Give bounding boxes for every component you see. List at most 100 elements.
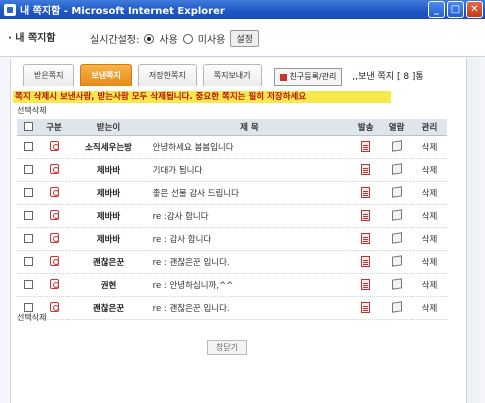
recipient-name[interactable]: 제바바 <box>68 227 149 251</box>
minimize-button[interactable]: _ <box>428 1 445 18</box>
sent-status-icon <box>361 141 371 152</box>
row-checkbox[interactable] <box>23 164 33 174</box>
row-checkbox[interactable] <box>23 187 33 197</box>
delete-link[interactable]: 삭제 <box>412 227 447 251</box>
settings-button[interactable]: 설정 <box>230 30 259 47</box>
sent-status-icon <box>361 233 371 244</box>
sent-messages-table: 구분 받는이 제 목 발송 열람 관리 소직세우는방 안녕하세요 봄봄입니다 삭… <box>17 119 447 320</box>
realtime-setting: 실시간설정: 사용 미사용 설정 <box>90 30 259 47</box>
radio-use-label: 사용 <box>159 35 178 46</box>
read-status-icon <box>391 278 402 290</box>
recipient-name[interactable]: 제바바 <box>68 181 149 205</box>
select-all-cell <box>17 119 40 136</box>
col-type: 구분 <box>39 119 69 136</box>
table-row: 제바바 re : 감사 합니다 삭제 <box>17 227 447 251</box>
col-manage: 관리 <box>412 119 447 136</box>
table-row: 괜찮은꾼 re : 괜찮은꾼 입니다. 삭제 <box>17 250 447 274</box>
recipient-name[interactable]: 제바바 <box>68 158 149 182</box>
sent-status-icon <box>361 302 371 313</box>
row-checkbox[interactable] <box>23 279 33 289</box>
message-type-icon <box>49 233 59 244</box>
sent-status-icon <box>361 164 371 175</box>
table-row: 권현 re : 안녕하십니까,^^ 삭제 <box>17 273 447 297</box>
message-subject[interactable]: 안녕하세요 봄봄입니다 <box>148 135 351 159</box>
select-all-checkbox[interactable] <box>23 121 33 131</box>
delete-link[interactable]: 삭제 <box>412 135 447 159</box>
delete-link[interactable]: 삭제 <box>412 181 447 205</box>
read-status-icon <box>391 163 402 175</box>
sent-status-icon <box>361 187 371 198</box>
message-subject[interactable]: re : 괜찮은꾼 입니다. <box>148 296 351 320</box>
sent-count: ,,보낸 쪽지 [ 8 ]통 <box>352 72 424 82</box>
read-status-icon <box>391 140 402 152</box>
table-row: 제바바 re :감사 합니다 삭제 <box>17 204 447 228</box>
delete-link[interactable]: 삭제 <box>412 204 447 228</box>
message-type-icon <box>49 141 59 152</box>
sent-status-icon <box>361 256 371 267</box>
row-checkbox[interactable] <box>23 302 33 312</box>
maximize-button[interactable]: □ <box>447 1 464 18</box>
delete-link[interactable]: 삭제 <box>412 250 447 274</box>
read-status-icon <box>391 209 402 221</box>
read-status-icon <box>391 232 402 244</box>
row-checkbox[interactable] <box>23 233 33 243</box>
tab-inbox[interactable]: 받은쪽지 <box>23 64 75 86</box>
table-header-row: 구분 받는이 제 목 발송 열람 관리 <box>17 119 447 136</box>
tab-saved[interactable]: 저장한쪽지 <box>137 64 197 86</box>
row-checkbox[interactable] <box>23 210 33 220</box>
table-row: 제바바 기대가 됩니다 삭제 <box>17 158 447 182</box>
col-sent: 발송 <box>350 119 382 136</box>
read-status-icon <box>391 255 402 267</box>
message-type-icon <box>49 302 59 313</box>
recipient-name[interactable]: 괜찮은꾼 <box>68 296 149 320</box>
select-delete-bottom-link[interactable]: 선택삭제 <box>17 312 46 323</box>
close-button[interactable]: 창닫기 <box>207 340 247 355</box>
realtime-label: 실시간설정: <box>90 35 140 46</box>
tab-sent[interactable]: 보낸쪽지 <box>80 64 132 86</box>
message-type-icon <box>49 210 59 221</box>
title-bar: 내 쪽지함 - Microsoft Internet Explorer _ □ … <box>0 0 485 19</box>
row-checkbox[interactable] <box>23 141 33 151</box>
sent-status-icon <box>361 279 371 290</box>
message-subject[interactable]: 좋은 선물 감사 드립니다 <box>148 181 351 205</box>
message-subject[interactable]: re :감사 합니다 <box>148 204 351 228</box>
browser-window: 내 쪽지함 - Microsoft Internet Explorer _ □ … <box>0 0 485 403</box>
message-type-icon <box>49 164 59 175</box>
recipient-name[interactable]: 소직세우는방 <box>68 135 149 159</box>
friend-icon <box>279 73 287 81</box>
radio-use[interactable] <box>144 33 155 44</box>
radio-nouse[interactable] <box>182 33 193 44</box>
message-subject[interactable]: re : 감사 합니다 <box>148 227 351 251</box>
window-controls: _ □ ✕ <box>428 1 483 18</box>
delete-notice: 쪽지 삭제시 보낸사람, 받는사람 모두 삭제됩니다. 중요한 쪽지는 필히 저… <box>13 91 391 103</box>
recipient-name[interactable]: 제바바 <box>68 204 149 228</box>
close-window-button[interactable]: ✕ <box>466 1 483 18</box>
select-delete-top-link[interactable]: 선택삭제 <box>17 105 46 116</box>
delete-link[interactable]: 삭제 <box>412 296 447 320</box>
col-read: 열람 <box>381 119 412 136</box>
table-row: 소직세우는방 안녕하세요 봄봄입니다 삭제 <box>17 135 447 159</box>
message-subject[interactable]: re : 괜찮은꾼 입니다. <box>148 250 351 274</box>
read-status-icon <box>391 301 402 313</box>
message-type-icon <box>49 256 59 267</box>
mailbox-header: · 내 쪽지함 실시간설정: 사용 미사용 설정 <box>0 19 485 57</box>
friend-manage-label: 친구등록/관리 <box>289 72 337 81</box>
recipient-name[interactable]: 괜찮은꾼 <box>68 250 149 274</box>
message-subject[interactable]: re : 안녕하십니까,^^ <box>148 273 351 297</box>
ie-app-icon <box>4 3 16 16</box>
message-subject[interactable]: 기대가 됩니다 <box>148 158 351 182</box>
read-status-icon <box>391 186 402 198</box>
friend-manage-button[interactable]: 친구등록/관리 <box>273 68 343 86</box>
page-title: · 내 쪽지함 <box>8 33 56 44</box>
row-checkbox[interactable] <box>23 256 33 266</box>
delete-link[interactable]: 삭제 <box>412 158 447 182</box>
message-type-icon <box>49 279 59 290</box>
vertical-scrollbar[interactable] <box>466 58 480 403</box>
table-row: 괜찮은꾼 re : 괜찮은꾼 입니다. 삭제 <box>17 296 447 320</box>
tab-compose[interactable]: 쪽지보내기 <box>202 64 262 86</box>
delete-link[interactable]: 삭제 <box>412 273 447 297</box>
recipient-name[interactable]: 권현 <box>68 273 149 297</box>
radio-nouse-label: 미사용 <box>197 35 226 46</box>
window-title: 내 쪽지함 - Microsoft Internet Explorer <box>20 6 225 17</box>
col-recipient: 받는이 <box>68 119 149 136</box>
